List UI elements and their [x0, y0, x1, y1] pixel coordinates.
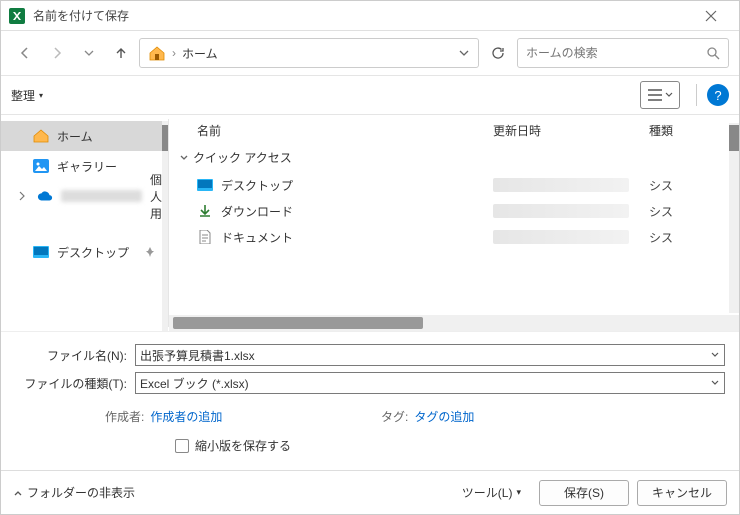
save-button[interactable]: 保存(S) [539, 480, 629, 506]
sidebar: ホーム ギャラリー 個人用 デスクトップ [1, 115, 168, 331]
home-icon [33, 128, 49, 144]
organize-menu[interactable]: 整理▾ [11, 87, 43, 104]
author-label: 作成者: [105, 408, 144, 425]
search-box[interactable] [517, 38, 729, 68]
file-list: 名前 更新日時 種類 クイック アクセス デスクトップ シス ダウンロード シス… [169, 115, 739, 331]
sidebar-scrollbar[interactable] [162, 121, 168, 331]
column-type[interactable]: 種類 [649, 122, 673, 139]
view-mode-button[interactable] [640, 81, 680, 109]
tag-label: タグ: [381, 408, 408, 425]
sidebar-item-home[interactable]: ホーム [1, 121, 162, 151]
breadcrumb: ホーム [182, 45, 452, 62]
back-button[interactable] [11, 39, 39, 67]
refresh-button[interactable] [483, 38, 513, 68]
file-row-documents[interactable]: ドキュメント シス [169, 224, 739, 250]
chevron-down-icon[interactable] [179, 153, 189, 163]
help-button[interactable]: ? [707, 84, 729, 106]
filename-input[interactable]: 出張予算見積書1.xlsx [135, 344, 725, 366]
thumbnail-label[interactable]: 縮小版を保存する [195, 437, 291, 454]
recent-dropdown[interactable] [75, 39, 103, 67]
window-title: 名前を付けて保存 [33, 7, 691, 24]
filetype-select[interactable]: Excel ブック (*.xlsx) [135, 372, 725, 394]
forward-button[interactable] [43, 39, 71, 67]
chevron-down-icon[interactable] [710, 350, 720, 360]
date-blur [493, 230, 629, 244]
column-name[interactable]: 名前 [197, 122, 493, 139]
close-button[interactable] [691, 1, 731, 31]
search-input[interactable] [526, 46, 706, 60]
file-row-desktop[interactable]: デスクトップ シス [169, 172, 739, 198]
pin-icon[interactable] [144, 246, 156, 258]
author-add-link[interactable]: 作成者の追加 [150, 408, 222, 425]
toolbar-separator [696, 84, 697, 106]
filename-label: ファイル名(N): [15, 347, 135, 364]
hide-folders-button[interactable]: フォルダーの非表示 [13, 484, 135, 501]
breadcrumb-separator: › [172, 46, 176, 60]
cancel-button[interactable]: キャンセル [637, 480, 727, 506]
sidebar-item-gallery[interactable]: ギャラリー [1, 151, 162, 181]
group-quick-access[interactable]: クイック アクセス [169, 145, 739, 172]
filetype-label: ファイルの種類(T): [15, 375, 135, 392]
tag-add-link[interactable]: タグの追加 [414, 408, 474, 425]
sidebar-item-desktop[interactable]: デスクトップ [1, 237, 162, 267]
date-blur [493, 178, 629, 192]
sidebar-item-personal[interactable]: 個人用 [1, 181, 162, 211]
address-dropdown[interactable] [458, 47, 470, 59]
file-row-downloads[interactable]: ダウンロード シス [169, 198, 739, 224]
content-vscrollbar[interactable] [729, 123, 739, 313]
desktop-icon [33, 244, 49, 260]
excel-app-icon [9, 8, 25, 24]
personal-name-blur [61, 190, 142, 202]
download-icon [197, 203, 213, 219]
desktop-icon [197, 177, 213, 193]
content-hscrollbar[interactable] [169, 315, 739, 331]
cloud-icon [37, 188, 53, 204]
gallery-icon [33, 158, 49, 174]
document-icon [197, 229, 213, 245]
column-date[interactable]: 更新日時 [493, 122, 649, 139]
thumbnail-checkbox[interactable] [175, 439, 189, 453]
chevron-down-icon[interactable] [710, 378, 720, 388]
up-button[interactable] [107, 39, 135, 67]
search-icon[interactable] [706, 46, 720, 60]
column-headers[interactable]: 名前 更新日時 種類 [169, 115, 739, 145]
date-blur [493, 204, 629, 218]
chevron-right-icon[interactable] [15, 191, 29, 201]
address-bar[interactable]: › ホーム [139, 38, 479, 68]
home-icon [148, 45, 166, 61]
tools-menu[interactable]: ツール(L) ▾ [462, 484, 521, 501]
